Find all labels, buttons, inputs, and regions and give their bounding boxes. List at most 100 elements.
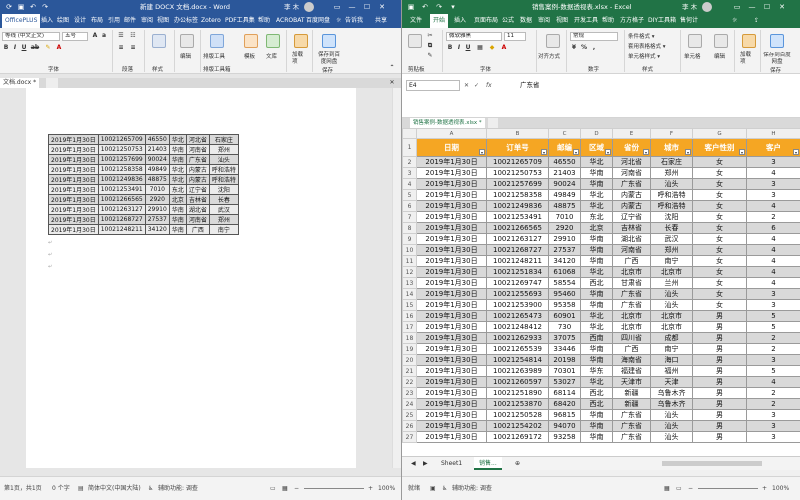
table-cell[interactable]: 10021260597 [486,376,549,388]
table-cell[interactable]: 北京市 [650,266,693,278]
table-cell[interactable]: 男 [692,376,747,388]
table-cell[interactable]: 华南 [168,144,187,155]
table-cell[interactable]: 27537 [548,244,581,256]
word-horizontal-scrollbar[interactable] [0,468,401,476]
table-cell[interactable]: 石家庄 [650,156,693,168]
table-cell[interactable]: 10021263989 [486,365,549,377]
ribbon-display-icon[interactable]: ▭ [330,0,344,14]
table-cell[interactable]: 2 [746,332,800,344]
table-cell[interactable]: 内蒙古 [185,164,210,175]
table-cell[interactable]: 西北 [580,398,613,410]
table-cell[interactable]: 华南 [168,214,187,225]
table-cell[interactable]: 3 [746,288,800,300]
row-header[interactable]: 12 [402,266,417,278]
row-header[interactable]: 7 [402,211,417,223]
filter-dropdown-icon[interactable]: ▾ [605,149,611,155]
table-cell[interactable]: 3 [746,299,800,311]
worksheet-table[interactable]: ABCDEFGH 1 日期 ▾ 订单号 ▾ 邮编 ▾ 区域 ▾ 省份 ▾ 城市 ▾ 客户性别 ▾ 客户 ▾ 2 20… [402,128,800,443]
table-cell[interactable]: 94070 [548,420,581,432]
table-cell[interactable]: 10021250528 [486,409,549,421]
table-cell[interactable]: 华北 [580,200,613,212]
row-header[interactable]: 15 [402,299,417,311]
font-size-select[interactable]: 11 [504,32,526,41]
table-cell[interactable]: 乌鲁木齐 [650,387,693,399]
column-header[interactable]: F [650,128,693,139]
row-header[interactable]: 1 [402,138,417,157]
row-header[interactable]: 20 [402,354,417,366]
table-cell[interactable]: 3 [746,431,800,443]
row-header[interactable]: 11 [402,255,417,267]
table-cell[interactable]: 汕头 [650,431,693,443]
document-table[interactable]: 2019年1月30日 10021265709 46550 华北 河北省 石家庄 2019年1… [48,134,239,235]
table-cell[interactable]: 广西 [185,224,210,235]
table-cell[interactable]: 3 [746,409,800,421]
table-cell[interactable]: 湖北省 [185,204,210,215]
table-cell[interactable]: 男 [692,398,747,410]
tab-review[interactable]: 审阅 [141,14,153,28]
column-header[interactable]: C [548,128,581,139]
tell-me-icon[interactable]: ☼ [732,14,737,28]
table-cell[interactable]: 长春 [650,222,693,234]
font-size-select[interactable]: 五号 [62,32,88,41]
table-cell[interactable]: 2019年1月30日 [416,431,487,443]
row-header[interactable]: 23 [402,387,417,399]
table-cell[interactable]: 辽宁省 [612,211,651,223]
table-cell[interactable]: 女 [692,233,747,245]
table-cell[interactable]: 女 [692,266,747,278]
table-cell[interactable]: 汕头 [650,178,693,190]
table-cell[interactable]: 华南 [580,409,613,421]
maximize-icon[interactable]: ☐ [760,0,774,14]
name-box[interactable]: E4 [406,80,460,91]
tab-insert[interactable]: 插入 [454,14,466,28]
page-layout-icon[interactable]: ▭ [676,477,682,500]
lightbulb-icon[interactable]: ☼ [336,14,341,28]
header-cell[interactable]: 客户 ▾ [746,138,800,157]
tab-diy-toolbox[interactable]: DIY工具箱 [648,14,676,28]
tab-help[interactable]: 帮助 [258,14,270,28]
table-cell[interactable]: 10021255693 [486,288,549,300]
table-cell[interactable]: 河南省 [612,244,651,256]
row-header[interactable]: 19 [402,343,417,355]
zoom-level[interactable]: 100% [378,477,395,500]
filter-dropdown-icon[interactable]: ▾ [573,149,579,155]
table-cell[interactable]: 4 [746,200,800,212]
column-header[interactable]: D [580,128,613,139]
row-header[interactable]: 10 [402,244,417,256]
table-cell[interactable]: 2019年1月30日 [416,277,487,289]
tab-officeplus[interactable]: OfficePLUS [2,14,41,28]
sheet-horizontal-scrollbar[interactable] [662,461,762,466]
zoom-level[interactable]: 100% [772,477,789,500]
table-cell[interactable]: 郑州 [208,144,239,155]
tab-review[interactable]: 审阅 [538,14,550,28]
table-cell[interactable]: 10021254814 [486,354,549,366]
zoom-in-icon[interactable]: + [762,477,767,500]
table-cell[interactable]: 女 [692,222,747,234]
worksheet-grid[interactable]: ABCDEFGH 1 日期 ▾ 订单号 ▾ 邮编 ▾ 区域 ▾ 省份 ▾ 城市 ▾ 客户性别 ▾ 客户 ▾ 2 20… [402,128,800,456]
table-cell[interactable]: 3 [746,156,800,168]
table-cell[interactable]: 34120 [548,255,581,267]
table-cell[interactable]: 武汉 [650,233,693,245]
table-cell[interactable]: 3 [746,420,800,432]
table-cell[interactable]: 2019年1月30日 [48,164,99,175]
table-cell[interactable]: 2019年1月30日 [48,184,99,195]
table-cell[interactable]: 男 [692,420,747,432]
currency-icon[interactable]: ¥ [570,44,578,52]
header-cell[interactable]: 城市 ▾ [650,138,693,157]
table-cell[interactable]: 东北 [580,211,613,223]
table-cell[interactable]: 4 [746,266,800,278]
table-cell[interactable]: 27537 [144,214,170,225]
redo-icon[interactable]: ↷ [40,2,50,12]
table-cell[interactable]: 女 [692,299,747,311]
row-header[interactable]: 26 [402,420,417,432]
table-cell[interactable]: 2019年1月30日 [48,174,99,185]
table-cell[interactable]: 10021263127 [97,204,146,215]
table-cell[interactable]: 西南 [580,332,613,344]
filter-dropdown-icon[interactable]: ▾ [541,149,547,155]
table-cell[interactable]: 南宁 [650,343,693,355]
row-header[interactable]: 17 [402,321,417,333]
table-cell[interactable]: 2 [746,398,800,410]
tab-view[interactable]: 视图 [157,14,169,28]
table-cell[interactable]: 2019年1月30日 [416,321,487,333]
table-cell[interactable]: 10021250753 [486,167,549,179]
table-cell[interactable]: 华北 [580,156,613,168]
